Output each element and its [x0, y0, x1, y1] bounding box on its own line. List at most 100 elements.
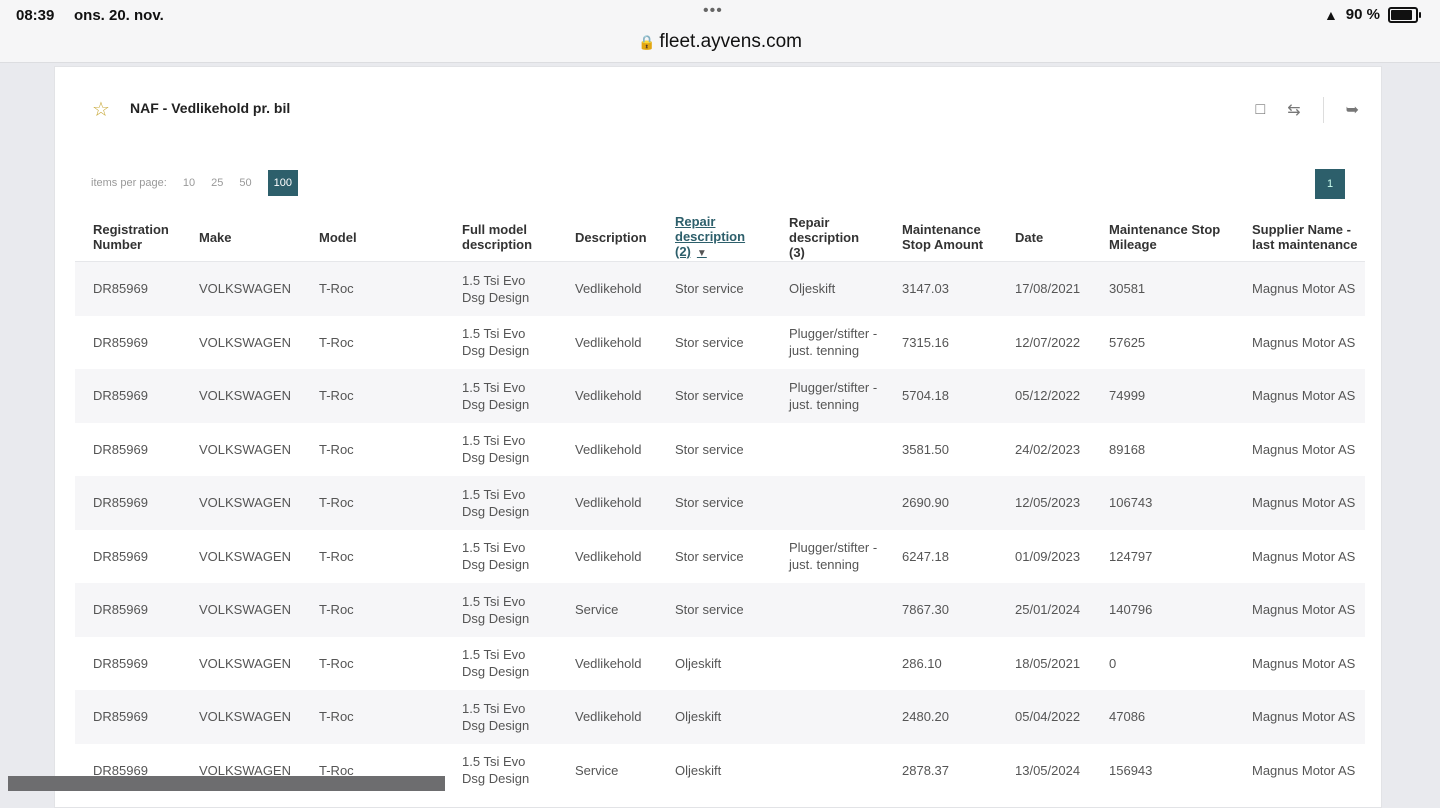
status-indicators: ▲ 90 %: [1324, 6, 1421, 23]
cell-supplier-name: Magnus Motor AS: [1234, 476, 1365, 530]
cell-description: Service: [557, 743, 657, 797]
cell-repair-description-2: Stor service: [657, 476, 771, 530]
cell-full-model-description: 1.5 Tsi Evo Dsg Design: [444, 476, 557, 530]
cell-model: T-Roc: [301, 261, 444, 316]
cell-repair-description-2: Oljeskift: [657, 743, 771, 797]
table-row[interactable]: DR85969 VOLKSWAGEN T-Roc 1.5 Tsi Evo Dsg De…: [75, 476, 1365, 530]
cell-description: Vedlikehold: [557, 636, 657, 690]
col-make[interactable]: Make: [181, 213, 301, 262]
cell-supplier-name: Magnus Motor AS: [1234, 369, 1365, 423]
cell-registration-number: DR85969: [75, 636, 181, 690]
cell-repair-description-3: [771, 422, 884, 476]
refresh-icon[interactable]: ⇆: [1287, 100, 1300, 120]
table-row[interactable]: DR85969 VOLKSWAGEN T-Roc 1.5 Tsi Evo Dsg De…: [75, 583, 1365, 637]
cell-date: 25/01/2024: [997, 583, 1091, 637]
table-row[interactable]: DR85969 VOLKSWAGEN T-Roc 1.5 Tsi Evo Dsg De…: [75, 636, 1365, 690]
cell-supplier-name: Magnus Motor AS: [1234, 529, 1365, 583]
expand-icon[interactable]: □: [1256, 101, 1266, 119]
cell-make: VOLKSWAGEN: [181, 261, 301, 316]
page-size-50[interactable]: 50: [239, 177, 251, 189]
col-repair-description-2[interactable]: Repair description (2) ▼: [657, 213, 771, 262]
page-size-25[interactable]: 25: [211, 177, 223, 189]
table-row[interactable]: DR85969 VOLKSWAGEN T-Roc 1.5 Tsi Evo Dsg De…: [75, 261, 1365, 316]
cell-full-model-description: 1.5 Tsi Evo Dsg Design: [444, 422, 557, 476]
cell-supplier-name: Magnus Motor AS: [1234, 583, 1365, 637]
cell-maintenance-stop-mileage: 47086: [1091, 690, 1234, 744]
cell-description: Vedlikehold: [557, 476, 657, 530]
cell-maintenance-stop-amount: 3147.03: [884, 261, 997, 316]
multitask-dots[interactable]: •••: [703, 2, 723, 20]
table-body: DR85969 VOLKSWAGEN T-Roc 1.5 Tsi Evo Dsg De…: [75, 261, 1365, 797]
cell-registration-number: DR85969: [75, 422, 181, 476]
cell-registration-number: DR85969: [75, 261, 181, 316]
cell-maintenance-stop-mileage: 30581: [1091, 261, 1234, 316]
page-1-button[interactable]: 1: [1315, 169, 1345, 199]
col-registration-number[interactable]: Registration Number: [75, 213, 181, 262]
items-per-page-label: items per page:: [91, 177, 167, 189]
col-supplier-name[interactable]: Supplier Name - last maintenance: [1234, 213, 1365, 262]
cell-repair-description-2: Stor service: [657, 583, 771, 637]
table-row[interactable]: DR85969 VOLKSWAGEN T-Roc 1.5 Tsi Evo Dsg De…: [75, 315, 1365, 369]
cell-supplier-name: Magnus Motor AS: [1234, 690, 1365, 744]
cell-full-model-description: 1.5 Tsi Evo Dsg Design: [444, 261, 557, 316]
cell-full-model-description: 1.5 Tsi Evo Dsg Design: [444, 529, 557, 583]
col-model[interactable]: Model: [301, 213, 444, 262]
export-icon[interactable]: ➥: [1346, 100, 1359, 120]
cell-repair-description-3: Oljeskift: [771, 261, 884, 316]
cell-registration-number: DR85969: [75, 583, 181, 637]
page-size-100[interactable]: 100: [267, 170, 298, 196]
cell-date: 12/05/2023: [997, 476, 1091, 530]
cell-repair-description-3: [771, 743, 884, 797]
cell-maintenance-stop-amount: 7867.30: [884, 583, 997, 637]
divider: [1322, 97, 1324, 123]
col-full-model-description[interactable]: Full model description: [444, 213, 557, 262]
cell-make: VOLKSWAGEN: [181, 476, 301, 530]
cell-repair-description-2: Oljeskift: [657, 636, 771, 690]
cell-maintenance-stop-mileage: 156943: [1091, 743, 1234, 797]
cell-repair-description-2: Oljeskift: [657, 690, 771, 744]
cell-full-model-description: 1.5 Tsi Evo Dsg Design: [444, 743, 557, 797]
cell-model: T-Roc: [301, 315, 444, 369]
cell-maintenance-stop-amount: 3581.50: [884, 422, 997, 476]
favorite-star-icon[interactable]: ☆: [92, 97, 110, 122]
cell-repair-description-3: [771, 690, 884, 744]
cell-registration-number: DR85969: [75, 476, 181, 530]
cell-supplier-name: Magnus Motor AS: [1234, 743, 1365, 797]
cell-date: 05/12/2022: [997, 369, 1091, 423]
cell-maintenance-stop-mileage: 0: [1091, 636, 1234, 690]
table-row[interactable]: DR85969 VOLKSWAGEN T-Roc 1.5 Tsi Evo Dsg De…: [75, 529, 1365, 583]
cell-supplier-name: Magnus Motor AS: [1234, 261, 1365, 316]
col-maintenance-stop-mileage[interactable]: Maintenance Stop Mileage: [1091, 213, 1234, 262]
cell-model: T-Roc: [301, 690, 444, 744]
cell-registration-number: DR85969: [75, 369, 181, 423]
cell-repair-description-2: Stor service: [657, 261, 771, 316]
cell-date: 18/05/2021: [997, 636, 1091, 690]
cell-description: Vedlikehold: [557, 422, 657, 476]
cell-repair-description-2: Stor service: [657, 369, 771, 423]
sort-desc-icon[interactable]: ▼: [697, 248, 707, 259]
panel-header: ☆ NAF - Vedlikehold pr. bil □ ⇆ ➥: [55, 67, 1381, 137]
col-repair-description-3[interactable]: Repair description (3): [771, 213, 884, 262]
cell-repair-description-2: Stor service: [657, 315, 771, 369]
cell-maintenance-stop-mileage: 124797: [1091, 529, 1234, 583]
col-description[interactable]: Description: [557, 213, 657, 262]
cell-maintenance-stop-amount: 7315.16: [884, 315, 997, 369]
cell-maintenance-stop-mileage: 140796: [1091, 583, 1234, 637]
cell-description: Vedlikehold: [557, 315, 657, 369]
table-row[interactable]: DR85969 VOLKSWAGEN T-Roc 1.5 Tsi Evo Dsg De…: [75, 369, 1365, 423]
items-per-page: items per page: 10 25 50 100: [91, 170, 298, 196]
address-bar[interactable]: 🔒 fleet.ayvens.com: [0, 31, 1440, 53]
cell-full-model-description: 1.5 Tsi Evo Dsg Design: [444, 636, 557, 690]
home-indicator-bar: [8, 776, 445, 791]
ipad-status-bar: 08:39 ons. 20. nov. ••• 🔒 fleet.ayvens.co…: [0, 0, 1440, 63]
col-date[interactable]: Date: [997, 213, 1091, 262]
cell-repair-description-3: Plugger/stifter - just. tenning: [771, 315, 884, 369]
cell-model: T-Roc: [301, 636, 444, 690]
table-row[interactable]: DR85969 VOLKSWAGEN T-Roc 1.5 Tsi Evo Dsg De…: [75, 422, 1365, 476]
cell-maintenance-stop-mileage: 89168: [1091, 422, 1234, 476]
col-maintenance-stop-amount[interactable]: Maintenance Stop Amount: [884, 213, 997, 262]
cell-repair-description-2: Stor service: [657, 529, 771, 583]
cell-maintenance-stop-amount: 286.10: [884, 636, 997, 690]
page-size-10[interactable]: 10: [183, 177, 195, 189]
table-row[interactable]: DR85969 VOLKSWAGEN T-Roc 1.5 Tsi Evo Dsg De…: [75, 690, 1365, 744]
